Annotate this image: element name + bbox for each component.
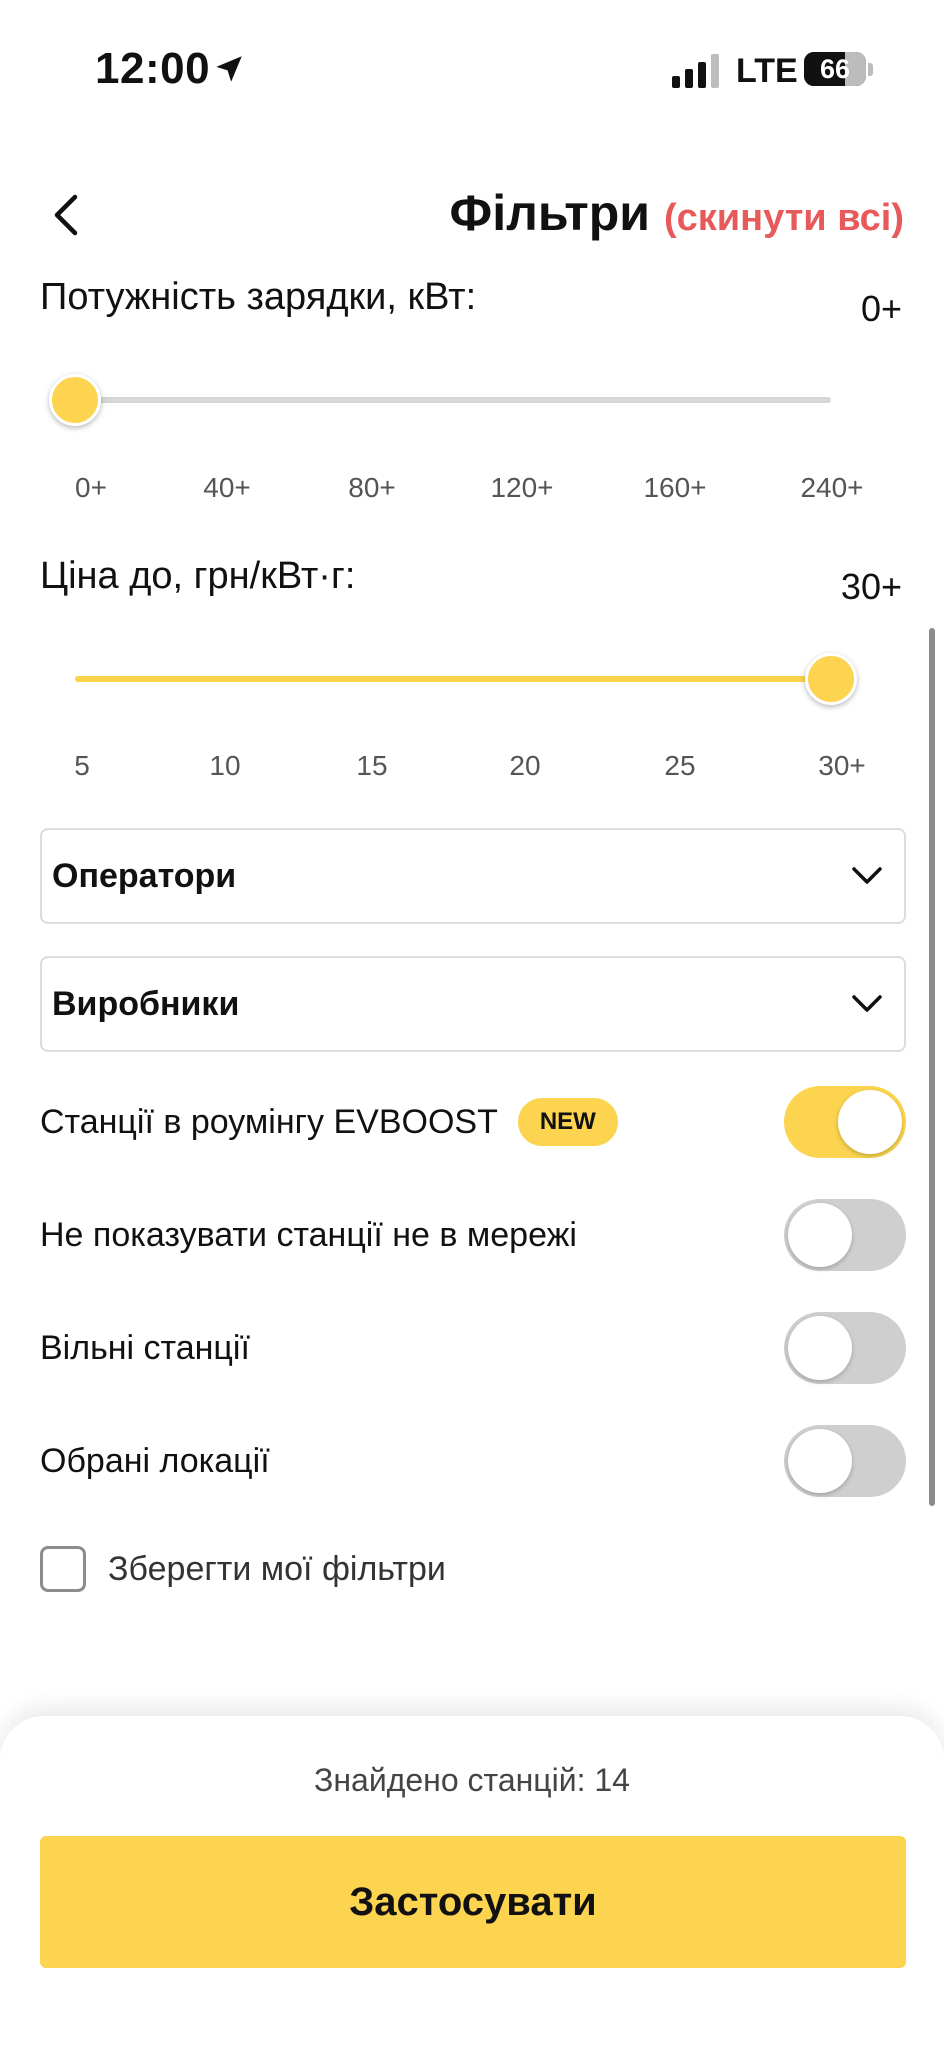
price-slider-track[interactable] (75, 676, 831, 682)
favorites-toggle[interactable] (784, 1425, 906, 1497)
power-slider-ticks: 0+ 40+ 80+ 120+ 160+ 240+ (50, 472, 900, 512)
price-tick-label: 25 (664, 750, 696, 781)
operators-dropdown-label: Оператори (52, 856, 237, 895)
hide-offline-toggle-label: Не показувати станції не в мережі (40, 1215, 577, 1254)
status-bar: 12:00 LTE 66 (0, 0, 944, 140)
price-slider-fill (75, 676, 831, 682)
power-tick-label: 120+ (490, 472, 554, 503)
save-filters-label: Зберегти мої фільтри (108, 1549, 446, 1588)
price-tick-label: 15 (356, 750, 388, 781)
back-button[interactable] (36, 180, 96, 250)
manufacturers-dropdown-label: Виробники (52, 984, 240, 1023)
toggle-knob (788, 1203, 852, 1267)
power-tick-label: 80+ (348, 472, 396, 503)
free-stations-toggle[interactable] (784, 1312, 906, 1384)
save-filters-checkbox[interactable] (40, 1546, 86, 1592)
operators-dropdown[interactable]: Оператори (40, 828, 906, 924)
manufacturers-dropdown[interactable]: Виробники (40, 956, 906, 1052)
toggle-knob (838, 1090, 902, 1154)
power-slider-label: Потужність зарядки, кВт: (40, 276, 477, 318)
save-filters-checkbox-row[interactable]: Зберегти мої фільтри (40, 1546, 446, 1592)
roaming-label-group: Станції в роумінгу EVBOOST NEW (40, 1098, 618, 1146)
found-stations-count: Знайдено станцій: 14 (314, 1762, 630, 1798)
power-tick-label: 240+ (800, 472, 864, 503)
battery-tip (868, 63, 873, 76)
power-slider-value: 0+ (860, 288, 902, 329)
roaming-toggle[interactable] (784, 1086, 906, 1158)
toggle-row-hide-offline: Не показувати станції не в мережі (40, 1197, 906, 1273)
toggle-knob (788, 1429, 852, 1493)
chevron-down-icon (852, 867, 882, 884)
power-slider-thumb[interactable] (49, 374, 101, 426)
free-stations-toggle-label: Вільні станції (40, 1328, 250, 1367)
price-slider-ticks: 5 10 15 20 25 30+ (50, 750, 900, 790)
battery-icon: 66 (804, 52, 866, 86)
price-slider-value: 30+ (840, 566, 902, 607)
apply-button[interactable]: Застосувати (40, 1836, 906, 1968)
toggle-knob (788, 1316, 852, 1380)
power-tick-label: 0+ (75, 472, 107, 503)
price-tick-label: 30+ (818, 750, 866, 781)
price-slider-thumb[interactable] (805, 653, 857, 705)
power-tick-label: 40+ (203, 472, 251, 503)
price-tick-label: 5 (74, 750, 90, 781)
status-time: 12:00 (95, 44, 211, 93)
toggle-row-roaming: Станції в роумінгу EVBOOST NEW (40, 1084, 906, 1160)
chevron-down-icon (852, 995, 882, 1012)
reset-all-button[interactable]: (скинути всі) (664, 197, 904, 240)
chevron-left-icon (54, 194, 78, 236)
favorites-toggle-label: Обрані локації (40, 1441, 270, 1480)
power-slider-track[interactable] (75, 397, 831, 403)
power-tick-label: 160+ (643, 472, 707, 503)
header: Фільтри (скинути всі) (450, 184, 904, 242)
location-arrow-icon (216, 56, 242, 82)
cellular-signal-icon (672, 54, 719, 88)
hide-offline-toggle[interactable] (784, 1199, 906, 1271)
price-tick-label: 20 (509, 750, 541, 781)
price-tick-label: 10 (209, 750, 241, 781)
page-title: Фільтри (449, 185, 650, 241)
battery-level-text: 66 (819, 54, 851, 84)
network-type-label: LTE (736, 52, 798, 90)
toggle-row-free-stations: Вільні станції (40, 1310, 906, 1386)
price-slider-label: Ціна до, грн/кВт·г: (40, 555, 356, 597)
roaming-toggle-label: Станції в роумінгу EVBOOST (40, 1102, 498, 1141)
scrollbar[interactable] (929, 628, 935, 1506)
new-badge: NEW (517, 1098, 618, 1146)
toggle-row-favorites: Обрані локації (40, 1423, 906, 1499)
